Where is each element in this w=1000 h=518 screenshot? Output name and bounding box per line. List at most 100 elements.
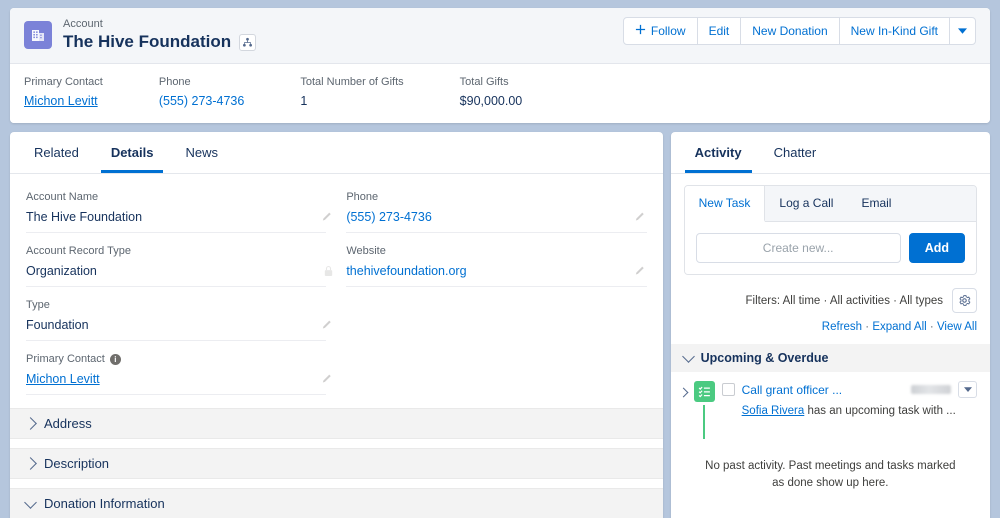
task-person-link[interactable]: Sofia Rivera	[742, 405, 805, 417]
summary-label: Phone	[158, 76, 191, 88]
info-icon[interactable]: i	[109, 354, 121, 365]
more-actions-button[interactable]	[949, 17, 976, 45]
task-content: Call grant officer ... Sofia Rivera has …	[721, 381, 977, 439]
follow-button-label: Follow	[650, 24, 686, 38]
composer-tab-email[interactable]: Email	[847, 186, 905, 221]
detail-row: Type Foundation	[26, 291, 647, 345]
field-value[interactable]: thehivefoundation.org	[346, 259, 647, 287]
composer-row: Add	[684, 222, 976, 274]
page-title: The Hive Foundation	[63, 32, 232, 51]
detail-row: Primary Contact i Michon Levitt	[26, 345, 647, 399]
field-phone: Phone (555) 273-4736	[336, 183, 647, 237]
field-label: Account Name	[26, 191, 99, 203]
tab-news[interactable]: News	[175, 132, 228, 173]
activity-filters-row: Filters: All time · All activities · All…	[684, 288, 977, 313]
follow-button[interactable]: Follow	[622, 17, 698, 45]
activity-tabs: Activity Chatter	[670, 132, 990, 174]
tab-activity[interactable]: Activity	[684, 132, 752, 173]
tab-details[interactable]: Details	[100, 132, 164, 173]
detail-row: Account Name The Hive Foundation Phone (…	[26, 183, 647, 237]
section-donation-information[interactable]: Donation Information	[10, 488, 663, 518]
view-all-link[interactable]: View All	[937, 321, 977, 333]
building-icon	[24, 21, 52, 49]
tab-chatter[interactable]: Chatter	[764, 132, 827, 173]
field-value[interactable]: (555) 273-4736	[346, 205, 647, 233]
chevron-right-icon	[24, 417, 37, 430]
account-record-page: Account The Hive Foundation Follow Edit …	[0, 0, 1000, 518]
record-summary-fields: Primary Contact Michon Levitt Phone (555…	[10, 64, 990, 123]
activity-panel: Activity Chatter New Task Log a Call Ema…	[670, 132, 990, 518]
field-account-record-type: Account Record Type Organization	[26, 237, 336, 291]
primary-contact-link[interactable]: Michon Levitt	[24, 94, 98, 108]
create-new-input[interactable]	[695, 233, 901, 263]
task-icon-column	[693, 381, 715, 439]
field-value: Foundation	[26, 313, 327, 341]
section-label: Donation Information	[44, 496, 165, 511]
task-item: Call grant officer ... Sofia Rivera has …	[671, 372, 990, 439]
task-complete-checkbox[interactable]	[721, 383, 735, 396]
composer-tab-new-task[interactable]: New Task	[684, 186, 766, 222]
activity-composer: New Task Log a Call Email Add	[683, 185, 977, 275]
new-donation-button[interactable]: New Donation	[740, 17, 840, 45]
new-in-kind-gift-button[interactable]: New In-Kind Gift	[838, 17, 950, 45]
record-header-top: Account The Hive Foundation Follow Edit …	[10, 8, 990, 64]
task-date-redacted	[911, 385, 951, 394]
pencil-icon[interactable]	[321, 210, 334, 228]
details-panel: Related Details News Account Name The Hi…	[10, 132, 663, 518]
field-label: Primary Contact i	[26, 352, 326, 367]
page-body: Related Details News Account Name The Hi…	[10, 132, 990, 518]
task-menu-button[interactable]	[958, 381, 977, 398]
field-account-name: Account Name The Hive Foundation	[26, 183, 336, 237]
summary-field-total-number-of-gifts: Total Number of Gifts 1	[300, 75, 403, 110]
field-primary-contact: Primary Contact i Michon Levitt	[26, 345, 336, 399]
pencil-icon[interactable]	[634, 264, 647, 282]
pencil-icon[interactable]	[321, 318, 334, 336]
summary-label: Total Gifts	[459, 76, 509, 88]
section-address[interactable]: Address	[10, 408, 663, 439]
upcoming-overdue-section[interactable]: Upcoming & Overdue	[670, 344, 990, 372]
section-description[interactable]: Description	[10, 448, 663, 479]
field-website: Website thehivefoundation.org	[336, 237, 647, 291]
pencil-icon[interactable]	[634, 210, 647, 228]
field-value: The Hive Foundation	[26, 205, 327, 233]
expand-all-link[interactable]: Expand All	[872, 321, 926, 333]
chevron-down-icon	[958, 24, 967, 38]
detail-fields: Account Name The Hive Foundation Phone (…	[10, 174, 663, 399]
upcoming-overdue-label: Upcoming & Overdue	[700, 351, 829, 365]
add-button[interactable]: Add	[908, 233, 965, 263]
activity-body: New Task Log a Call Email Add Filters: A…	[671, 185, 990, 333]
field-type: Type Foundation	[26, 291, 336, 345]
pencil-icon[interactable]	[321, 372, 334, 390]
task-subject-link[interactable]: Call grant officer ...	[742, 383, 904, 397]
edit-button[interactable]: Edit	[696, 17, 742, 45]
record-actions: Follow Edit New Donation New In-Kind Gif…	[622, 17, 976, 45]
field-label: Website	[346, 245, 386, 257]
composer-tabs: New Task Log a Call Email	[684, 186, 976, 222]
field-label-text: Primary Contact	[26, 353, 105, 365]
tab-related[interactable]: Related	[24, 132, 89, 173]
task-description-text: has an upcoming task with ...	[807, 405, 956, 417]
field-label: Account Record Type	[26, 245, 131, 257]
composer-tab-log-a-call[interactable]: Log a Call	[765, 186, 847, 221]
section-label: Description	[44, 456, 110, 471]
chevron-right-icon[interactable]	[678, 387, 689, 398]
field-value[interactable]: Michon Levitt	[26, 367, 327, 395]
phone-link[interactable]: (555) 273-4736	[159, 94, 244, 108]
field-spacer	[336, 291, 646, 345]
gear-icon[interactable]	[952, 288, 977, 313]
link-separator: ·	[865, 321, 870, 333]
lock-icon	[323, 264, 334, 282]
field-spacer	[336, 345, 646, 399]
activity-links-row: Refresh · Expand All · View All	[684, 321, 977, 333]
account-hierarchy-icon[interactable]	[239, 33, 257, 51]
record-header: Account The Hive Foundation Follow Edit …	[10, 8, 990, 123]
task-description: Sofia Rivera has an upcoming task with .…	[722, 405, 977, 417]
summary-field-phone: Phone (555) 273-4736	[159, 75, 244, 110]
summary-label: Primary Contact	[24, 76, 103, 88]
record-identity: Account The Hive Foundation	[24, 17, 257, 53]
detail-tabs: Related Details News	[10, 132, 663, 174]
refresh-link[interactable]: Refresh	[822, 321, 862, 333]
summary-field-total-gifts: Total Gifts $90,000.00	[460, 75, 523, 110]
chevron-down-icon	[681, 350, 695, 363]
record-titles: Account The Hive Foundation	[63, 17, 257, 53]
